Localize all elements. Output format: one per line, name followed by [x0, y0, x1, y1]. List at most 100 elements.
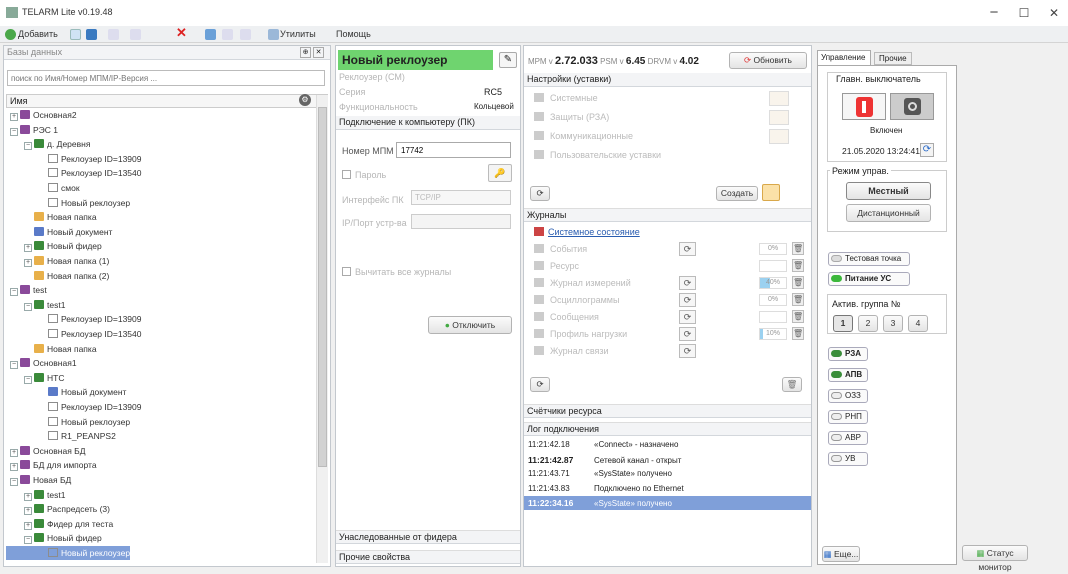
local-mode-button[interactable]: Местный [846, 182, 931, 200]
expander-icon[interactable]: + [24, 507, 32, 516]
tree-item[interactable]: смок [6, 181, 80, 195]
tree-item[interactable]: Новая папка (2) [6, 269, 109, 283]
close-button[interactable]: ✕ [1040, 3, 1068, 23]
settings-item[interactable]: Системные [534, 90, 804, 107]
connect-icon[interactable] [205, 29, 216, 40]
delete-icon[interactable]: ✕ [176, 25, 187, 41]
group-button[interactable]: 2 [858, 315, 878, 332]
clear-journal-icon[interactable]: 🗑 [792, 327, 804, 340]
disk-icon[interactable] [86, 29, 97, 40]
disconnect-button[interactable]: ● Отключить [428, 316, 512, 334]
expander-icon[interactable]: + [24, 244, 32, 253]
settings-item[interactable]: Коммуникационные [534, 128, 804, 145]
expander-icon[interactable]: − [24, 375, 32, 384]
tree-item[interactable]: − Новая БД [6, 473, 71, 487]
clear-journal-icon[interactable]: 🗑 [792, 259, 804, 272]
settings-item[interactable]: Пользовательские уставки [534, 147, 804, 164]
tree-item[interactable]: + test1 [6, 488, 65, 502]
clear-journal-icon[interactable]: 🗑 [792, 310, 804, 323]
reload-settings-button[interactable]: ⟳ [530, 186, 550, 201]
open-settings-icon[interactable] [769, 91, 789, 106]
expander-icon[interactable]: + [10, 463, 18, 472]
journals-header[interactable]: Журналы [524, 208, 811, 222]
other-props-section[interactable]: Прочие свойства [336, 550, 520, 564]
tree-item[interactable]: Реклоузер ID=13909 [6, 152, 142, 166]
panel-close-icon[interactable]: ✕ [313, 47, 324, 58]
read-journal-icon[interactable]: ⟳ [679, 242, 696, 256]
expander-icon[interactable]: + [10, 113, 18, 121]
log-row[interactable]: 11:21:42.18 «Connect» - назначено [524, 438, 811, 452]
log-header[interactable]: Лог подключения [524, 422, 811, 436]
group-button[interactable]: 1 [833, 315, 853, 332]
more-button[interactable]: ▦ Еще... [822, 546, 860, 562]
reload-journals-button[interactable]: ⟳ [530, 377, 550, 392]
tree-item[interactable]: + Распредсеть (3) [6, 502, 110, 516]
protocol-select[interactable]: TCP/IP [411, 190, 511, 205]
expander-icon[interactable]: − [10, 288, 18, 297]
open-settings-icon[interactable] [769, 110, 789, 125]
tree-item[interactable]: − РЭС 1 [6, 123, 58, 137]
tree-item[interactable]: − НТС [6, 371, 64, 385]
sys-state-link[interactable]: Системное состояние [548, 227, 640, 237]
read-journal-icon[interactable]: ⟳ [679, 310, 696, 324]
tree-item[interactable]: Новый реклоузер [6, 415, 130, 429]
expander-icon[interactable]: − [10, 478, 18, 486]
tree-item[interactable]: + Основная2 [6, 108, 77, 122]
read-all-checkbox[interactable]: Вычитать все журналы [342, 267, 451, 277]
expander-icon[interactable]: − [10, 361, 18, 370]
remote-mode-button[interactable]: Дистанционный [846, 204, 931, 222]
delete-journals-button[interactable]: 🗑 [782, 377, 802, 392]
tree-item[interactable]: Реклоузер ID=13909 [6, 312, 142, 326]
utilities-menu[interactable]: Утилиты [280, 27, 316, 42]
maximize-button[interactable]: ☐ [1010, 3, 1038, 23]
log-row[interactable]: 11:21:43.83 Подключено по Ethernet [524, 482, 811, 496]
tree-item[interactable]: − test1 [6, 298, 65, 312]
settings-icon[interactable]: ⚙ [299, 94, 311, 106]
expander-icon[interactable]: + [24, 521, 32, 530]
power-toggle[interactable]: Питание УС [828, 272, 910, 286]
function-toggle[interactable]: РНП [828, 410, 868, 424]
journal-item[interactable]: События ⟳ 0% 🗑 [534, 241, 809, 257]
expander-icon[interactable]: + [24, 259, 32, 267]
settings-header[interactable]: Настройки (уставки) [524, 73, 811, 87]
edit-icon[interactable]: ✎ [499, 52, 517, 68]
log-row[interactable]: 11:21:42.87 Сетевой канал - открыт [524, 453, 811, 467]
tree-scrollbar[interactable] [316, 95, 328, 563]
tree-item[interactable]: + Основная БД [6, 444, 86, 458]
journal-item[interactable]: Профиль нагрузки ⟳ 10% 🗑 [534, 326, 809, 342]
tree-item[interactable]: − Новый фидер [6, 531, 102, 545]
expander-icon[interactable]: + [24, 492, 32, 501]
function-toggle[interactable]: АПВ [828, 368, 868, 382]
clear-journal-icon[interactable]: 🗑 [792, 242, 804, 255]
tree-item[interactable]: + Новая папка (1) [6, 254, 109, 268]
test-point-toggle[interactable]: Тестовая точка [828, 252, 910, 266]
group-button[interactable]: 4 [908, 315, 928, 332]
journal-item[interactable]: Журнал измерений ⟳ 40% 🗑 [534, 275, 809, 291]
journal-item[interactable]: Ресурс 🗑 [534, 258, 809, 274]
column-header[interactable]: Имя [6, 94, 328, 108]
password-checkbox[interactable]: Пароль [342, 170, 386, 180]
expander-icon[interactable]: − [24, 302, 32, 311]
log-row[interactable]: 11:21:43.71 «SysState» получено [524, 467, 811, 481]
tab-control[interactable]: Управление [817, 50, 871, 65]
clear-journal-icon[interactable]: 🗑 [792, 276, 804, 289]
minimize-button[interactable]: − [980, 3, 1008, 23]
function-toggle[interactable]: УВ [828, 452, 868, 466]
expander-icon[interactable]: − [24, 142, 32, 151]
save-icon[interactable] [70, 29, 81, 40]
tree-item[interactable]: Новый реклоузер [6, 546, 131, 560]
mpm-input[interactable] [396, 142, 511, 158]
clear-journal-icon[interactable]: 🗑 [792, 293, 804, 306]
journal-item[interactable]: Сообщения ⟳ 🗑 [534, 309, 809, 325]
copy-icon[interactable] [108, 29, 119, 40]
import-icon[interactable] [222, 29, 233, 40]
tree-item[interactable]: Реклоузер ID=13540 [6, 166, 142, 180]
tree-item[interactable]: R1_PEANPS2 [6, 429, 116, 443]
export-icon[interactable] [240, 29, 251, 40]
tree-item[interactable]: Реклоузер ID=13909 [6, 400, 142, 414]
read-journal-icon[interactable]: ⟳ [679, 344, 696, 358]
read-journal-icon[interactable]: ⟳ [679, 293, 696, 307]
add-menu-button[interactable]: Добавить [18, 27, 58, 42]
read-journal-icon[interactable]: ⟳ [679, 327, 696, 341]
paste-icon[interactable] [130, 29, 141, 40]
